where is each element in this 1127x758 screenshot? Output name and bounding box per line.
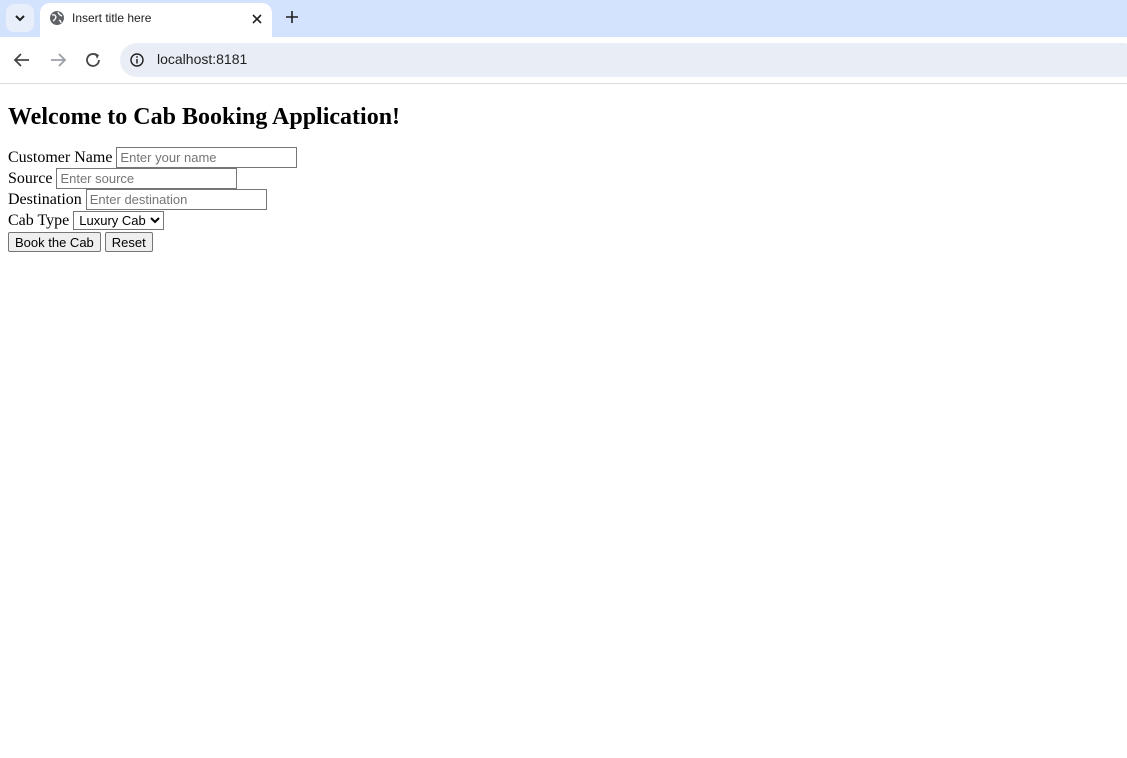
cab-type-row: Cab Type Luxury Cab bbox=[8, 210, 1119, 231]
tab-strip: Insert title here bbox=[0, 0, 1127, 37]
reload-icon[interactable] bbox=[85, 52, 103, 68]
cab-type-select[interactable]: Luxury Cab bbox=[73, 211, 165, 230]
source-input[interactable] bbox=[56, 168, 238, 189]
page-content: Welcome to Cab Booking Application! Cust… bbox=[0, 104, 1127, 252]
globe-icon bbox=[50, 11, 64, 25]
browser-toolbar: localhost:8181 bbox=[0, 37, 1127, 84]
cab-type-label: Cab Type bbox=[8, 211, 70, 229]
form-buttons: Book the Cab Reset bbox=[8, 232, 1119, 252]
tab-search-button[interactable] bbox=[6, 4, 34, 32]
page-title: Welcome to Cab Booking Application! bbox=[8, 104, 401, 130]
customer-name-label: Customer Name bbox=[8, 148, 113, 166]
reset-button[interactable]: Reset bbox=[104, 232, 153, 252]
forward-arrow-icon[interactable] bbox=[49, 52, 67, 68]
site-info-icon[interactable] bbox=[130, 53, 144, 67]
source-label: Source bbox=[8, 169, 53, 187]
customer-name-row: Customer Name bbox=[8, 147, 1119, 168]
destination-input[interactable] bbox=[85, 189, 267, 210]
new-tab-icon[interactable] bbox=[283, 8, 301, 26]
address-bar[interactable]: localhost:8181 bbox=[120, 43, 1127, 77]
source-row: Source bbox=[8, 168, 1119, 189]
destination-label: Destination bbox=[8, 190, 82, 208]
browser-tab[interactable]: Insert title here bbox=[40, 3, 272, 37]
book-cab-button[interactable]: Book the Cab bbox=[8, 232, 101, 252]
close-icon[interactable] bbox=[248, 10, 266, 28]
customer-name-input[interactable] bbox=[116, 147, 298, 168]
chevron-down-icon bbox=[15, 15, 25, 22]
destination-row: Destination bbox=[8, 189, 1119, 210]
back-arrow-icon[interactable] bbox=[13, 52, 31, 68]
tab-title: Insert title here bbox=[72, 11, 152, 25]
url-text[interactable]: localhost:8181 bbox=[157, 51, 247, 67]
